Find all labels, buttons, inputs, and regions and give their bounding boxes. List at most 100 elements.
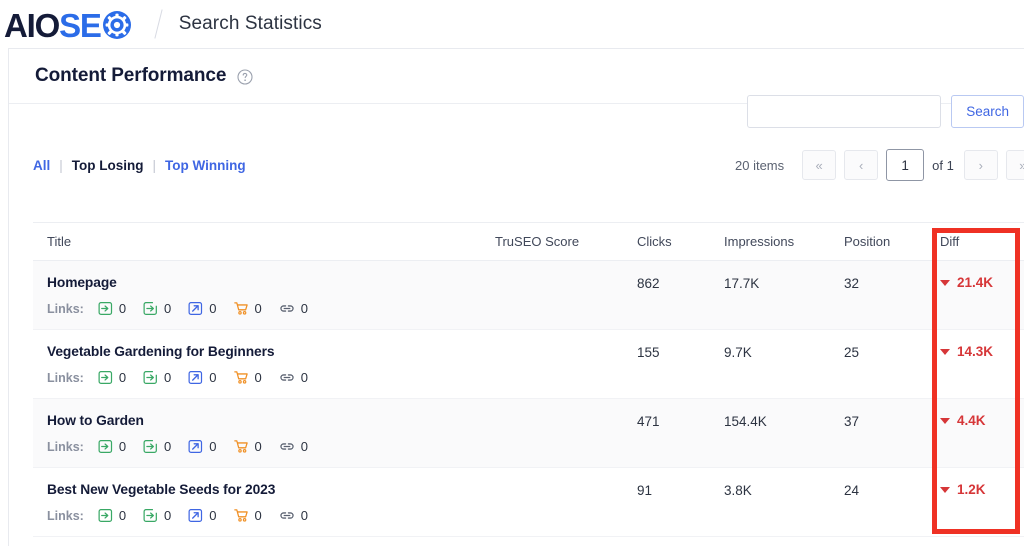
link-count: 0 xyxy=(300,508,308,523)
link-count: 0 xyxy=(118,508,127,523)
table-row[interactable]: Best New Vegetable Seeds for 2023 Links: 0… xyxy=(33,468,1024,537)
link-chain-icon xyxy=(279,370,295,385)
column-header-diff[interactable]: Diff xyxy=(931,234,1024,249)
cell-impressions-value: 17.7K xyxy=(724,276,760,291)
table-row[interactable]: Vegetable Gardening for Beginners Links: 0… xyxy=(33,330,1024,399)
logo-text-aio: AIO xyxy=(4,7,60,44)
link-chain-icon xyxy=(279,508,295,523)
cell-title: Homepage Links: 0 0 0 0 0 xyxy=(33,275,495,316)
diff-value: 1.2K xyxy=(940,482,1024,497)
filter-top-winning[interactable]: Top Winning xyxy=(165,158,246,173)
row-title-link[interactable]: Best New Vegetable Seeds for 2023 xyxy=(47,482,495,497)
links-label: Links: xyxy=(47,439,84,454)
search-input[interactable] xyxy=(747,95,942,128)
gear-icon xyxy=(102,10,132,45)
cell-diff: 1.2K xyxy=(931,482,1024,497)
internal-links-in-icon xyxy=(98,508,113,523)
link-stat-external: 0 xyxy=(188,439,217,454)
link-stat-internal-out: 0 xyxy=(143,508,171,523)
cell-diff: 4.4K xyxy=(931,413,1024,428)
row-title-link[interactable]: How to Garden xyxy=(47,413,495,428)
column-header-clicks[interactable]: Clicks xyxy=(637,234,724,249)
link-stat-external: 0 xyxy=(188,370,217,385)
table-row[interactable]: How to Garden Links: 0 0 0 0 0 471 154.4K 37 4.4K xyxy=(33,399,1024,468)
internal-links-in-icon xyxy=(98,301,113,316)
last-page-button[interactable]: » xyxy=(1005,150,1024,180)
link-count: 0 xyxy=(254,439,262,454)
cell-position: 37 xyxy=(844,413,931,431)
row-title-link[interactable]: Homepage xyxy=(47,275,495,290)
cell-position-value: 24 xyxy=(844,483,860,498)
cell-clicks-value: 155 xyxy=(637,345,660,360)
column-header-truseo[interactable]: TruSEO Score xyxy=(495,234,637,249)
external-links-icon xyxy=(188,301,203,316)
internal-links-in-icon xyxy=(98,370,113,385)
diff-text: 4.4K xyxy=(957,413,986,428)
link-count: 0 xyxy=(300,370,308,385)
table-row[interactable]: Homepage Links: 0 0 0 0 0 862 17.7K 32 21.4K xyxy=(33,261,1024,330)
link-count: 0 xyxy=(209,370,217,385)
table-body: Homepage Links: 0 0 0 0 0 862 17.7K 32 21.4K Vegeta… xyxy=(33,261,1024,537)
affiliate-links-icon xyxy=(233,439,249,454)
search-area: Search xyxy=(747,95,1024,128)
filter-all[interactable]: All xyxy=(33,158,50,173)
links-summary: Links: 0 0 0 0 0 xyxy=(47,439,495,454)
column-header-title[interactable]: Title xyxy=(33,234,495,249)
cell-position: 24 xyxy=(844,482,931,500)
link-stat-affiliate: 0 xyxy=(233,439,262,454)
link-stat-affiliate: 0 xyxy=(233,370,262,385)
prev-page-button[interactable]: ‹ xyxy=(844,150,879,180)
diff-value: 4.4K xyxy=(940,413,1024,428)
link-stat-affiliate: 0 xyxy=(233,508,262,523)
card-title: Content Performance xyxy=(35,65,227,86)
link-stat-internal-out: 0 xyxy=(143,439,171,454)
column-header-position[interactable]: Position xyxy=(844,234,931,249)
link-count: 0 xyxy=(164,301,172,316)
link-count: 0 xyxy=(254,301,262,316)
screenshot-root: AIO SE Search Statistics Content Perform… xyxy=(0,0,1024,546)
cell-position-value: 37 xyxy=(844,414,860,429)
header-divider xyxy=(154,9,163,39)
filter-tabs: All | Top Losing | Top Winning xyxy=(33,158,246,173)
link-stat-internal-in: 0 xyxy=(98,508,126,523)
cell-diff: 21.4K xyxy=(931,275,1024,290)
internal-links-out-icon xyxy=(143,508,158,523)
column-header-impressions[interactable]: Impressions xyxy=(724,234,844,249)
diff-text: 1.2K xyxy=(957,482,986,497)
first-page-button[interactable]: « xyxy=(802,150,837,180)
link-stat-total: 0 xyxy=(279,508,308,523)
search-button[interactable]: Search xyxy=(951,95,1024,128)
cell-impressions-value: 154.4K xyxy=(724,414,767,429)
link-stat-internal-out: 0 xyxy=(143,370,171,385)
link-stat-total: 0 xyxy=(279,439,308,454)
affiliate-links-icon xyxy=(233,370,249,385)
link-count: 0 xyxy=(209,301,217,316)
cell-diff: 14.3K xyxy=(931,344,1024,359)
cell-title: How to Garden Links: 0 0 0 0 0 xyxy=(33,413,495,454)
diff-text: 21.4K xyxy=(957,275,994,290)
internal-links-out-icon xyxy=(143,301,158,316)
page-number-input[interactable] xyxy=(886,149,925,181)
link-count: 0 xyxy=(118,301,127,316)
link-count: 0 xyxy=(300,439,308,454)
cell-position-value: 32 xyxy=(844,276,860,291)
caret-down-icon xyxy=(940,417,950,424)
links-summary: Links: 0 0 0 0 0 xyxy=(47,508,495,523)
link-count: 0 xyxy=(118,439,127,454)
filter-divider-2: | xyxy=(152,157,157,173)
table-header-row: Title TruSEO Score Clicks Impressions Po… xyxy=(33,222,1024,261)
link-count: 0 xyxy=(209,439,217,454)
affiliate-links-icon xyxy=(233,508,249,523)
filter-top-losing[interactable]: Top Losing xyxy=(72,158,144,173)
cell-clicks-value: 91 xyxy=(637,483,653,498)
caret-down-icon xyxy=(940,348,950,355)
row-title-link[interactable]: Vegetable Gardening for Beginners xyxy=(47,344,495,359)
next-page-button[interactable]: › xyxy=(963,150,998,180)
cell-clicks: 155 xyxy=(637,344,724,362)
links-label: Links: xyxy=(47,508,84,523)
aioseo-logo[interactable]: AIO SE xyxy=(4,7,132,44)
items-count-label: 20 items xyxy=(735,157,785,173)
internal-links-out-icon xyxy=(143,439,158,454)
link-count: 0 xyxy=(209,508,217,523)
help-circle-icon[interactable] xyxy=(237,69,253,85)
